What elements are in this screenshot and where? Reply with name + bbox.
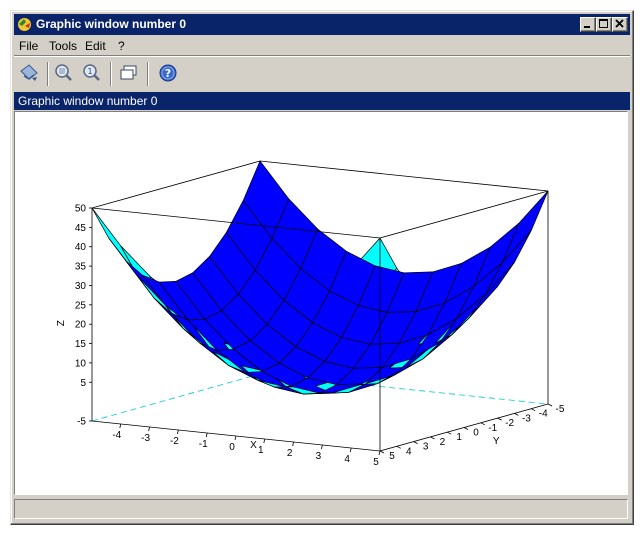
info-bar-text: Graphic window number 0 — [18, 94, 158, 108]
datatip-icon — [120, 65, 137, 80]
close-button[interactable] — [612, 17, 628, 32]
y-tick-label: -5 — [556, 404, 565, 415]
z-axis-label: Z — [56, 320, 67, 326]
y-tick-label: 5 — [389, 451, 395, 462]
y-tick-mark — [396, 445, 401, 449]
x-tick-label: 4 — [344, 454, 350, 465]
x-tick-mark — [263, 438, 266, 444]
x-tick-mark — [378, 450, 381, 456]
x-tick-label: 1 — [258, 445, 264, 456]
datatip-button[interactable] — [118, 62, 140, 84]
window-title: Graphic window number 0 — [36, 17, 187, 31]
x-axis-label: X — [250, 440, 257, 451]
z-tick-label: 50 — [75, 204, 87, 215]
zoom-button[interactable] — [53, 62, 75, 84]
z-tick-label: 30 — [75, 281, 87, 292]
rotate-icon — [20, 64, 38, 81]
maximize-button[interactable] — [596, 17, 612, 32]
minimize-icon — [584, 26, 590, 28]
menu-separator — [14, 55, 630, 57]
x-tick-label: 3 — [316, 451, 322, 462]
toolbar: 1 ? — [14, 58, 630, 90]
x-tick-label: 0 — [229, 442, 235, 453]
y-tick-label: -3 — [522, 413, 531, 424]
minimize-button[interactable] — [580, 17, 596, 32]
z-tick-label: 20 — [75, 320, 87, 331]
toolbar-separator — [147, 62, 149, 86]
y-tick-label: 2 — [440, 437, 446, 448]
toolbar-separator — [47, 62, 49, 86]
y-tick-mark — [547, 403, 553, 407]
x-tick-mark — [292, 441, 294, 447]
status-bar — [14, 499, 628, 519]
scilab-app-icon — [18, 18, 31, 31]
x-tick-mark — [148, 426, 150, 432]
y-tick-label: 1 — [456, 432, 462, 443]
x-tick-label: -4 — [112, 430, 121, 441]
help-icon: ? — [159, 64, 177, 82]
unzoom-button[interactable]: 1 — [81, 62, 103, 84]
y-tick-mark — [447, 431, 452, 435]
box-edge — [259, 160, 549, 192]
menu-edit[interactable]: Edit — [85, 39, 106, 53]
y-tick-label: -2 — [505, 418, 514, 429]
y-tick-mark — [413, 441, 418, 444]
toolbar-separator — [110, 62, 112, 86]
x-tick-mark — [177, 429, 179, 435]
z-tick-label: 5 — [80, 378, 86, 389]
y-tick-mark — [531, 408, 536, 412]
plot-canvas[interactable]: -5 5 10 15 20 25 30 35 40 45 50 Z -4 -3 -2 -1 0 1 2 3 4 5 X -5-… — [14, 111, 628, 495]
svg-text:?: ? — [165, 67, 171, 80]
y-tick-mark — [514, 413, 519, 416]
close-icon — [615, 19, 624, 28]
rotate-button[interactable] — [18, 62, 40, 84]
maximize-icon — [599, 19, 608, 28]
y-tick-label: 0 — [473, 428, 479, 439]
x-tick-label: -1 — [199, 439, 208, 450]
y-tick-mark — [480, 422, 485, 426]
z-tick-label: 25 — [75, 300, 87, 311]
z-tick-label: 45 — [75, 223, 87, 234]
z-tick-label: 35 — [75, 262, 87, 273]
y-tick-mark — [497, 417, 502, 421]
help-button[interactable]: ? — [157, 62, 179, 84]
y-tick-mark — [379, 450, 385, 454]
box-edge — [91, 160, 261, 209]
menu-bar: File Tools Edit ? — [14, 37, 630, 55]
x-tick-label: -3 — [141, 433, 150, 444]
x-tick-mark — [119, 423, 122, 429]
y-tick-label: 3 — [423, 442, 429, 453]
unzoom-icon: 1 — [83, 64, 100, 81]
title-bar[interactable]: Graphic window number 0 — [14, 14, 630, 35]
z-tick-label: 15 — [75, 339, 87, 350]
y-tick-label: -1 — [488, 423, 497, 434]
y-axis-label: Y — [493, 436, 500, 447]
z-tick-label: 10 — [75, 358, 87, 369]
z-tick-label: 40 — [75, 242, 87, 253]
menu-tools[interactable]: Tools — [49, 39, 77, 53]
x-tick-label: -2 — [170, 436, 179, 447]
x-tick-label: 2 — [287, 448, 293, 459]
graphic-window: Graphic window number 0 File Tools Edit … — [10, 10, 634, 525]
y-tick-label: 4 — [406, 446, 412, 457]
y-tick-label: -4 — [539, 409, 548, 420]
zoom-icon — [55, 64, 72, 81]
box-edge-hidden — [91, 373, 261, 422]
surface-plot: -55101520253035404550Z-4 -3 -2 -1 0 1 2 3 4 5X-5-… — [56, 160, 565, 468]
menu-help[interactable]: ? — [118, 39, 125, 53]
x-tick-label: 5 — [373, 457, 379, 468]
x-tick-mark — [349, 447, 352, 453]
y-tick-mark — [430, 436, 435, 440]
svg-text:1: 1 — [87, 67, 92, 76]
x-tick-mark — [205, 432, 208, 438]
y-tick-mark — [463, 427, 469, 430]
z-tick-label: -5 — [77, 417, 86, 428]
menu-file[interactable]: File — [19, 39, 38, 53]
x-tick-mark — [321, 444, 323, 450]
x-tick-mark — [234, 435, 237, 441]
info-bar: Graphic window number 0 — [14, 92, 630, 110]
